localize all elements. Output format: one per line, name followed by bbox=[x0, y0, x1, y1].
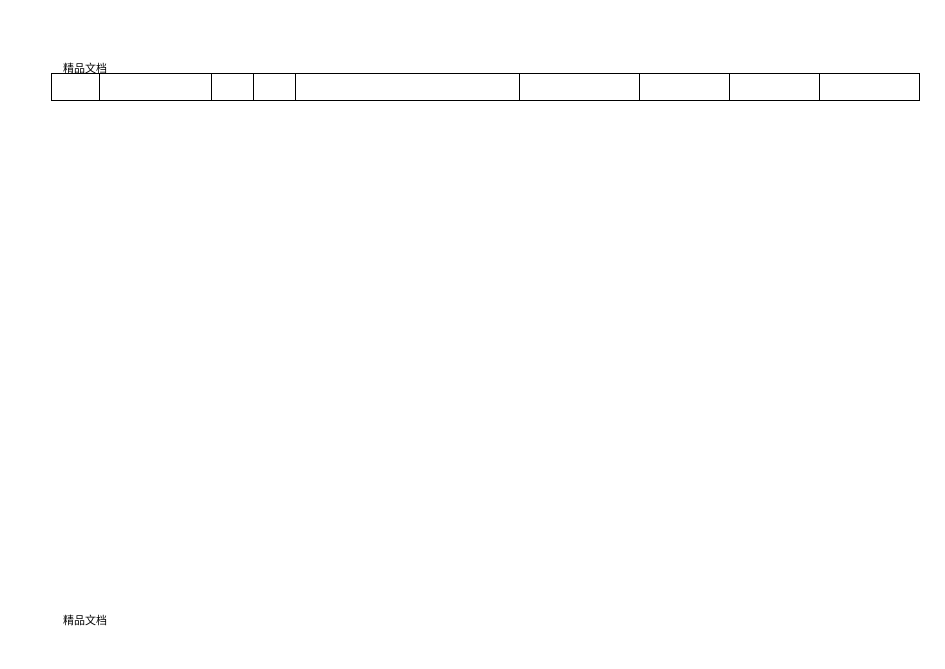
table-cell bbox=[52, 74, 100, 101]
table-container bbox=[51, 73, 920, 101]
table-cell bbox=[211, 74, 253, 101]
table-cell bbox=[253, 74, 295, 101]
page-footer-label: 精品文档 bbox=[63, 612, 107, 628]
table-row bbox=[52, 74, 920, 101]
table-cell bbox=[640, 74, 730, 101]
table-cell bbox=[820, 74, 920, 101]
table-cell bbox=[99, 74, 211, 101]
table-cell bbox=[520, 74, 640, 101]
table-cell bbox=[295, 74, 520, 101]
table-cell bbox=[730, 74, 820, 101]
data-table bbox=[51, 73, 920, 101]
